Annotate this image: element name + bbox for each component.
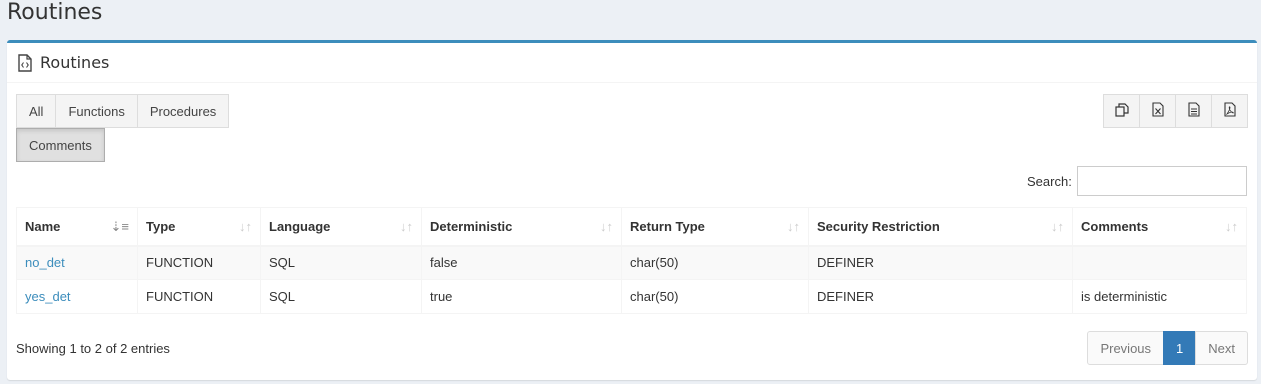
sort-icon: ↓↑	[400, 219, 413, 234]
search-input[interactable]	[1077, 166, 1247, 196]
sort-icon: ↓↑	[1051, 219, 1064, 234]
box-header: Routines	[7, 43, 1257, 83]
cell-name: yes_det	[16, 279, 138, 314]
routine-link[interactable]: yes_det	[25, 289, 71, 304]
code-file-icon	[17, 53, 33, 72]
column-label: Comments	[1081, 218, 1149, 234]
cell-language: SQL	[260, 279, 422, 314]
column-header-name[interactable]: Name ⇣≡	[16, 207, 138, 247]
column-header-language[interactable]: Language ↓↑	[260, 207, 422, 247]
pdf-icon	[1223, 102, 1236, 120]
pdf-export-button[interactable]	[1211, 94, 1248, 128]
pagination: Previous 1 Next	[1087, 331, 1248, 365]
column-label: Security Restriction	[817, 218, 940, 234]
table-row: yes_det FUNCTION SQL true char(50) DEFIN…	[16, 279, 1247, 314]
previous-page-button[interactable]: Previous	[1087, 331, 1165, 365]
copy-icon	[1114, 102, 1129, 120]
tab-functions[interactable]: Functions	[55, 94, 138, 128]
excel-export-button[interactable]	[1139, 94, 1176, 128]
comments-toggle-button[interactable]: Comments	[16, 128, 105, 162]
csv-icon	[1187, 102, 1200, 120]
cell-deterministic: true	[421, 279, 622, 314]
column-label: Deterministic	[430, 218, 513, 234]
search-label: Search:	[1027, 174, 1072, 189]
sort-icon: ↓↑	[239, 219, 252, 234]
cell-type: FUNCTION	[137, 279, 261, 314]
next-page-button[interactable]: Next	[1195, 331, 1248, 365]
table-header-row: Name ⇣≡ Type ↓↑ Language ↓↑ Deterministic ↓↑…	[16, 207, 1247, 247]
cell-security: DEFINER	[808, 245, 1073, 280]
routine-link[interactable]: no_det	[25, 255, 65, 270]
routines-box: Routines All Functions Procedures Commen…	[7, 40, 1257, 380]
cell-name: no_det	[16, 245, 138, 280]
cell-deterministic: false	[421, 245, 622, 280]
copy-button[interactable]	[1103, 94, 1140, 128]
tab-all[interactable]: All	[16, 94, 57, 128]
cell-return-type: char(50)	[621, 245, 809, 280]
column-header-comments[interactable]: Comments ↓↑	[1072, 207, 1247, 247]
cell-comments	[1072, 245, 1247, 280]
sort-icon: ↓↑	[600, 219, 613, 234]
page-1-button[interactable]: 1	[1163, 331, 1197, 365]
cell-type: FUNCTION	[137, 245, 261, 280]
box-title: Routines	[40, 53, 110, 72]
export-buttons	[1103, 94, 1248, 128]
sort-asc-icon: ⇣≡	[110, 219, 129, 234]
csv-export-button[interactable]	[1175, 94, 1212, 128]
cell-language: SQL	[260, 245, 422, 280]
column-label: Name	[25, 218, 61, 234]
sort-icon: ↓↑	[787, 219, 800, 234]
cell-security: DEFINER	[808, 279, 1073, 314]
routines-table: Name ⇣≡ Type ↓↑ Language ↓↑ Deterministic ↓↑…	[16, 207, 1247, 314]
sort-icon: ↓↑	[1225, 219, 1238, 234]
column-header-type[interactable]: Type ↓↑	[137, 207, 261, 247]
routine-filter-tabs: All Functions Procedures	[16, 94, 230, 128]
column-header-return-type[interactable]: Return Type ↓↑	[621, 207, 809, 247]
table-row: no_det FUNCTION SQL false char(50) DEFIN…	[16, 245, 1247, 280]
cell-comments: is deterministic	[1072, 279, 1247, 314]
cell-return-type: char(50)	[621, 279, 809, 314]
column-label: Return Type	[630, 218, 705, 234]
page-title: Routines	[7, 0, 103, 25]
table-info: Showing 1 to 2 of 2 entries	[16, 341, 170, 356]
tab-procedures[interactable]: Procedures	[136, 94, 230, 128]
excel-icon	[1151, 102, 1164, 120]
column-label: Type	[146, 218, 176, 234]
column-header-security-restriction[interactable]: Security Restriction ↓↑	[808, 207, 1073, 247]
column-header-deterministic[interactable]: Deterministic ↓↑	[421, 207, 622, 247]
column-label: Language	[269, 218, 331, 234]
